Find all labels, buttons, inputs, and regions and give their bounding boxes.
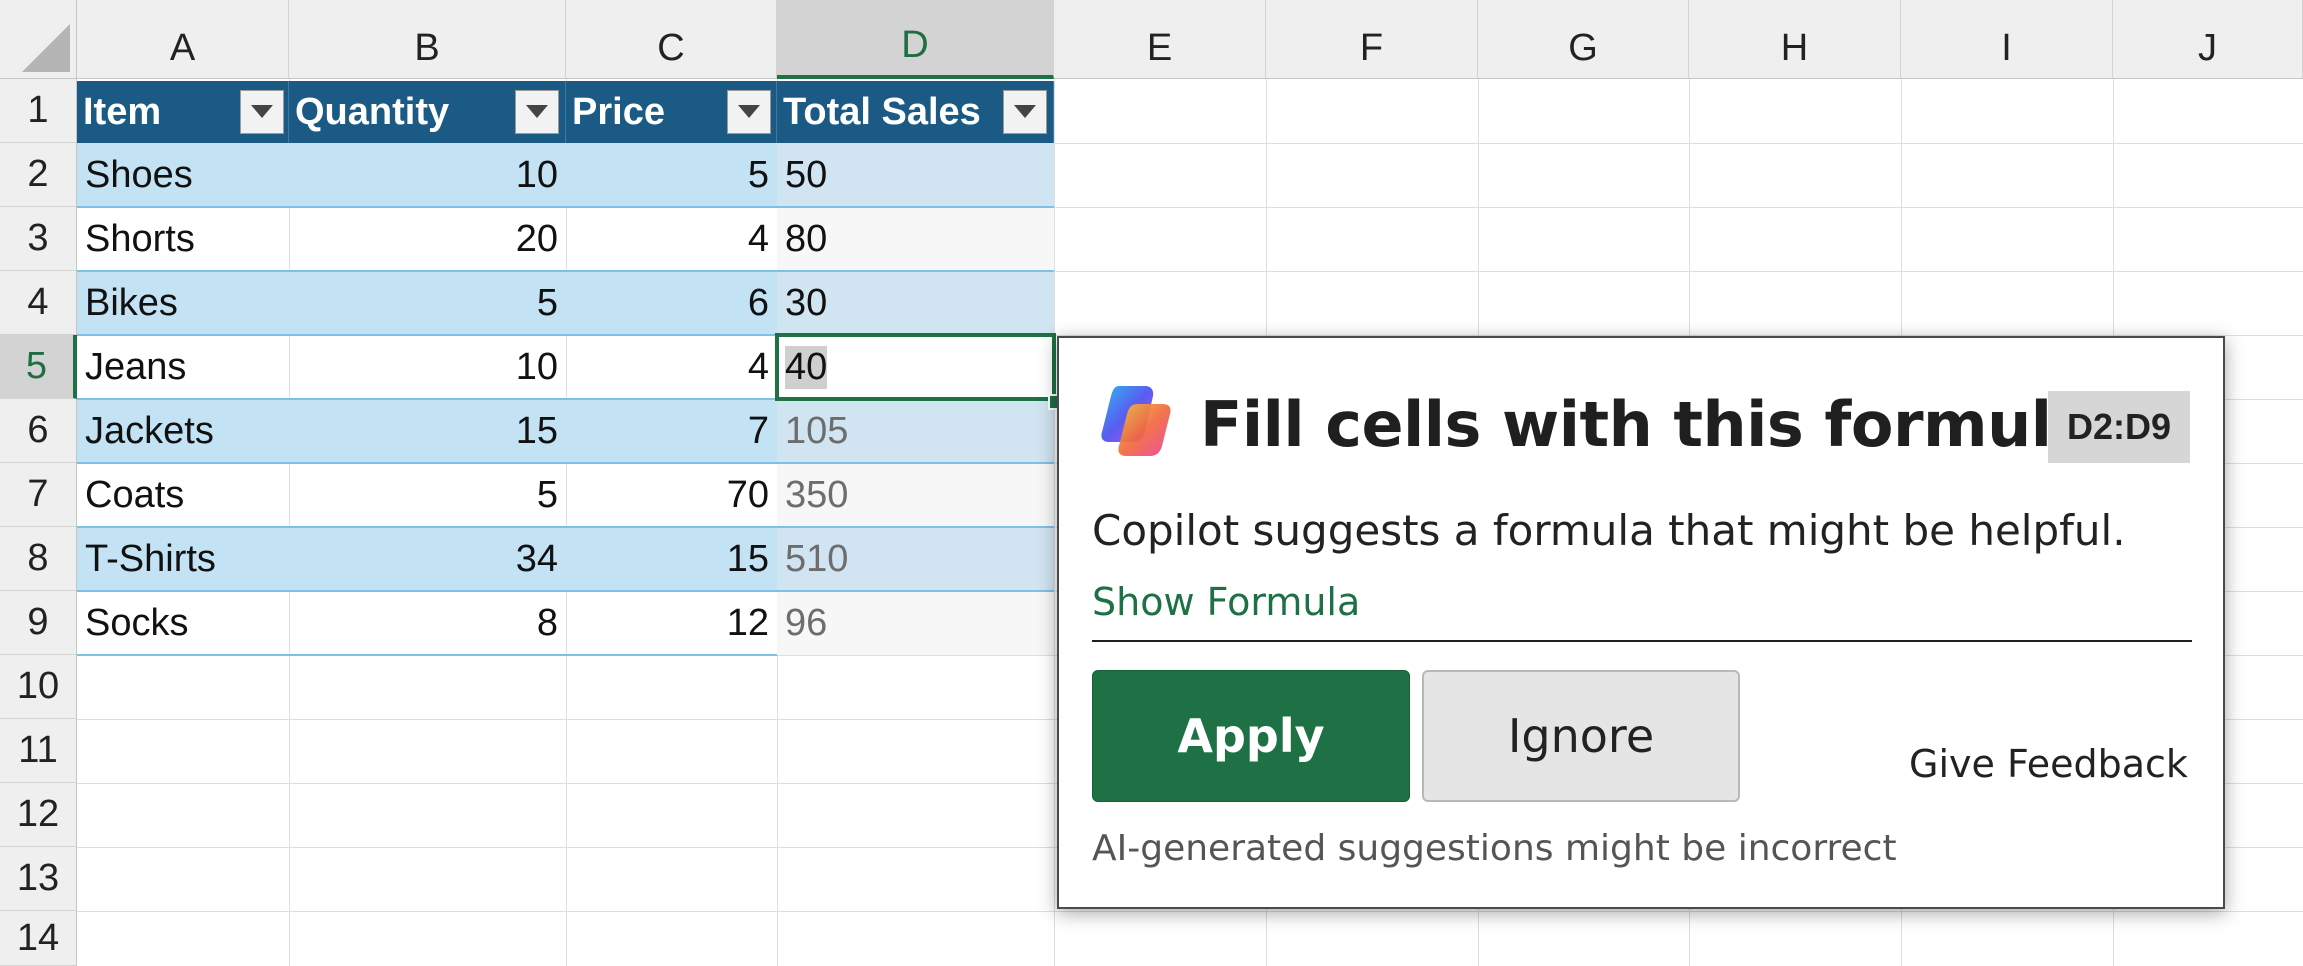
row-header-8[interactable]: 8 — [0, 527, 77, 591]
apply-button[interactable]: Apply — [1092, 670, 1410, 802]
chevron-down-icon — [251, 105, 273, 118]
column-header-f[interactable]: F — [1266, 0, 1478, 79]
cell-total-sales[interactable]: 30 — [777, 271, 1054, 335]
cell-quantity[interactable]: 5 — [289, 271, 566, 335]
popup-divider — [1092, 640, 2192, 642]
cell-item[interactable]: Bikes — [77, 271, 289, 335]
cell-item[interactable]: Coats — [77, 463, 289, 527]
chevron-down-icon — [526, 105, 548, 118]
cell-price[interactable]: 7 — [566, 399, 777, 463]
filter-dropdown-price[interactable] — [727, 90, 771, 134]
cell-item[interactable]: Shorts — [77, 207, 289, 271]
column-header-i[interactable]: I — [1901, 0, 2113, 79]
ignore-button[interactable]: Ignore — [1422, 670, 1740, 802]
filter-dropdown-total-sales[interactable] — [1003, 90, 1047, 134]
row-header-5[interactable]: 5 — [0, 335, 77, 399]
give-feedback-link[interactable]: Give Feedback — [1909, 742, 2188, 786]
cell-quantity[interactable]: 10 — [289, 143, 566, 207]
cell-total-sales-active[interactable]: 40 — [777, 335, 1054, 399]
cell-price[interactable]: 4 — [566, 335, 777, 399]
column-header-h[interactable]: H — [1689, 0, 1901, 79]
cell-price[interactable]: 15 — [566, 527, 777, 591]
cell-total-sales[interactable]: 80 — [777, 207, 1054, 271]
ai-disclaimer: AI-generated suggestions might be incorr… — [1092, 828, 1897, 869]
cell-item[interactable]: Socks — [77, 591, 289, 655]
active-cell-value: 40 — [785, 345, 828, 389]
cell-quantity[interactable]: 20 — [289, 207, 566, 271]
cell-item[interactable]: Jackets — [77, 399, 289, 463]
copilot-formula-suggestion-popup: Fill cells with this formula? D2:D9 Copi… — [1057, 336, 2225, 909]
gridline — [77, 911, 2303, 912]
column-header-b[interactable]: B — [289, 0, 566, 79]
table-header-label: Item — [83, 90, 162, 133]
cell-quantity[interactable]: 15 — [289, 399, 566, 463]
row-header-2[interactable]: 2 — [0, 143, 77, 207]
row-header-13[interactable]: 13 — [0, 847, 77, 911]
row-header-9[interactable]: 9 — [0, 591, 77, 655]
cell-item[interactable]: Jeans — [77, 335, 289, 399]
row-header-6[interactable]: 6 — [0, 399, 77, 463]
select-all-corner[interactable] — [0, 0, 77, 79]
cell-price[interactable]: 4 — [566, 207, 777, 271]
cell-item[interactable]: Shoes — [77, 143, 289, 207]
cell-price[interactable]: 12 — [566, 591, 777, 655]
range-badge: D2:D9 — [2048, 391, 2190, 463]
cell-total-sales-suggested[interactable]: 105 — [777, 399, 1054, 463]
chevron-down-icon — [1014, 105, 1036, 118]
cell-quantity[interactable]: 34 — [289, 527, 566, 591]
column-header-a[interactable]: A — [77, 0, 289, 79]
chevron-down-icon — [738, 105, 760, 118]
row-header-4[interactable]: 4 — [0, 271, 77, 335]
cell-quantity[interactable]: 10 — [289, 335, 566, 399]
cell-price[interactable]: 6 — [566, 271, 777, 335]
cell-price[interactable]: 5 — [566, 143, 777, 207]
cell-total-sales-suggested[interactable]: 96 — [777, 591, 1054, 655]
cell-quantity[interactable]: 5 — [289, 463, 566, 527]
row-header-1[interactable]: 1 — [0, 79, 77, 143]
column-header-j[interactable]: J — [2113, 0, 2303, 79]
row-header-12[interactable]: 12 — [0, 783, 77, 847]
row-header-3[interactable]: 3 — [0, 207, 77, 271]
cell-total-sales[interactable]: 50 — [777, 143, 1054, 207]
cell-price[interactable]: 70 — [566, 463, 777, 527]
cell-total-sales-suggested[interactable]: 510 — [777, 527, 1054, 591]
filter-dropdown-item[interactable] — [240, 90, 284, 134]
table-header-label: Total Sales — [783, 90, 981, 133]
row-header-10[interactable]: 10 — [0, 655, 77, 719]
gridline — [1054, 79, 1055, 966]
column-header-d[interactable]: D — [777, 0, 1054, 79]
filter-dropdown-quantity[interactable] — [515, 90, 559, 134]
popup-title: Fill cells with this formula? — [1200, 388, 2129, 461]
table-header-label: Quantity — [295, 90, 450, 133]
row-header-11[interactable]: 11 — [0, 719, 77, 783]
cell-total-sales-suggested[interactable]: 350 — [777, 463, 1054, 527]
copilot-logo-icon — [1097, 382, 1177, 463]
table-header-label: Price — [572, 90, 665, 133]
cell-item[interactable]: T-Shirts — [77, 527, 289, 591]
select-all-triangle-icon — [22, 24, 70, 72]
popup-description: Copilot suggests a formula that might be… — [1092, 506, 2126, 555]
cell-quantity[interactable]: 8 — [289, 591, 566, 655]
column-header-g[interactable]: G — [1478, 0, 1689, 79]
column-header-e[interactable]: E — [1054, 0, 1266, 79]
row-header-14[interactable]: 14 — [0, 911, 77, 966]
show-formula-link[interactable]: Show Formula — [1092, 580, 1360, 624]
column-header-c[interactable]: C — [566, 0, 777, 79]
row-header-7[interactable]: 7 — [0, 463, 77, 527]
